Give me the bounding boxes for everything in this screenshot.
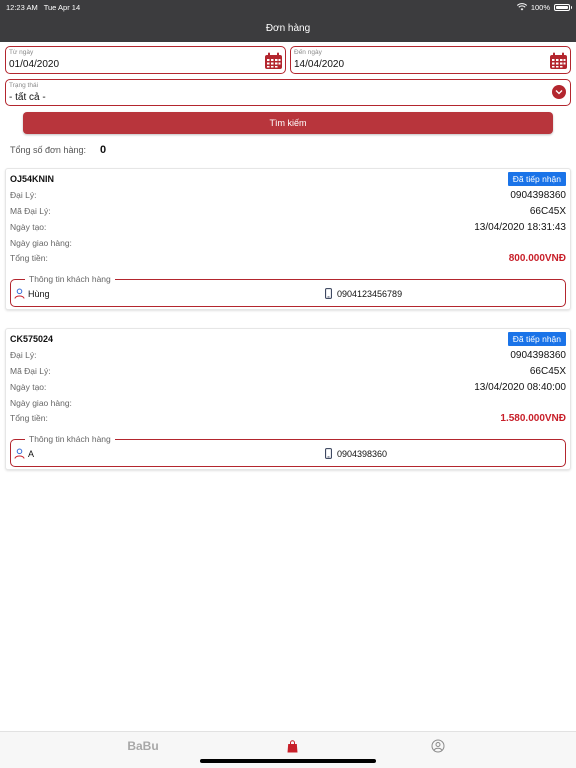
status-select[interactable]: Trạng thái - tất cả - [5, 79, 571, 106]
agent-code-row: Mã Đại Lý: 66C45X [10, 204, 566, 218]
total-value: 800.000VNĐ [508, 252, 566, 264]
order-card[interactable]: CK575024 Đã tiếp nhận Đại Lý: 0904398360… [5, 328, 571, 470]
agent-code-value: 66C45X [529, 205, 566, 217]
status-label: Trạng thái [9, 82, 39, 89]
to-date-field[interactable]: Đến ngày 14/04/2020 [290, 46, 571, 74]
agent-code-row: Mã Đại Lý: 66C45X [10, 364, 566, 378]
battery-percent: 100% [530, 2, 550, 12]
search-button-label: Tìm kiếm [269, 118, 307, 128]
total-row: Tổng tiền: 800.000VNĐ [10, 251, 566, 265]
created-value: 13/04/2020 18:31:43 [474, 221, 566, 233]
customer-phone-text: 0904123456789 [337, 288, 403, 299]
shopping-bag-icon [287, 739, 297, 752]
customer-phone[interactable]: 0904398360 [325, 448, 387, 459]
customer-name-text: Hùng [28, 288, 50, 299]
search-button[interactable]: Tìm kiếm [23, 112, 553, 134]
created-label: Ngày tạo: [10, 222, 47, 232]
delivery-label: Ngày giao hàng: [10, 238, 72, 248]
calendar-icon[interactable] [264, 52, 283, 70]
customer-info-box: Thông tin khách hàng A 0904398360 [10, 434, 566, 467]
total-label: Tổng tiền: [10, 253, 48, 263]
total-label: Tổng tiền: [10, 413, 48, 423]
to-date-label: Đến ngày [294, 49, 322, 56]
created-row: Ngày tạo: 13/04/2020 18:31:43 [10, 220, 566, 234]
agent-code-label: Mã Đại Lý: [10, 206, 51, 216]
phone-icon [325, 288, 332, 299]
calendar-icon[interactable] [549, 52, 568, 70]
user-circle-icon [431, 739, 445, 753]
delivery-row: Ngày giao hàng: [10, 236, 566, 250]
agent-code-label: Mã Đại Lý: [10, 366, 51, 376]
order-total-count: 0 [99, 144, 107, 156]
customer-info-title: Thông tin khách hàng [25, 274, 115, 284]
created-label: Ngày tạo: [10, 382, 47, 392]
nav-bar: Đơn hàng [0, 14, 576, 42]
status-bar: 12:23 AM Tue Apr 14 100% [0, 0, 576, 14]
status-date: Tue Apr 14 [43, 2, 81, 12]
agent-code-value: 66C45X [529, 365, 566, 377]
customer-info-box: Thông tin khách hàng Hùng 0904123456789 [10, 274, 566, 307]
order-card[interactable]: OJ54KNIN Đã tiếp nhận Đại Lý: 0904398360… [5, 168, 571, 310]
agent-value: 0904398360 [510, 189, 566, 201]
customer-phone-text: 0904398360 [337, 448, 388, 459]
delivery-row: Ngày giao hàng: [10, 396, 566, 410]
agent-label: Đại Lý: [10, 190, 37, 200]
battery-icon [554, 3, 572, 11]
status-value: - tất cả - [9, 92, 46, 103]
customer-name-text: A [28, 448, 35, 459]
from-date-label: Từ ngày [9, 49, 34, 56]
tab-orders[interactable] [280, 736, 304, 756]
order-total-summary: Tổng số đơn hàng: 0 [10, 144, 106, 156]
agent-value: 0904398360 [510, 349, 566, 361]
agent-label: Đại Lý: [10, 350, 37, 360]
tab-profile[interactable] [426, 736, 450, 756]
user-icon [14, 288, 25, 299]
brand-logo: BaBu [127, 739, 159, 753]
status-badge: Đã tiếp nhận [507, 172, 566, 186]
page-title: Đơn hàng [265, 22, 311, 34]
customer-name: A [14, 448, 34, 459]
created-value: 13/04/2020 08:40:00 [474, 381, 566, 393]
delivery-label: Ngày giao hàng: [10, 398, 72, 408]
status-time: 12:23 AM [6, 2, 38, 12]
order-code: OJ54KNIN [10, 174, 55, 184]
agent-row: Đại Lý: 0904398360 [10, 188, 566, 202]
customer-phone[interactable]: 0904123456789 [325, 288, 402, 299]
from-date-value: 01/04/2020 [9, 59, 60, 70]
total-row: Tổng tiền: 1.580.000VNĐ [10, 411, 566, 425]
customer-info-title: Thông tin khách hàng [25, 434, 115, 444]
order-total-label: Tổng số đơn hàng: [10, 145, 86, 155]
chevron-down-icon[interactable] [552, 85, 566, 99]
home-indicator [200, 759, 376, 763]
status-right: 100% [516, 2, 572, 12]
total-value: 1.580.000VNĐ [500, 412, 566, 424]
tab-home[interactable]: BaBu [118, 736, 168, 756]
to-date-value: 14/04/2020 [294, 59, 345, 70]
customer-name: Hùng [14, 288, 50, 299]
agent-row: Đại Lý: 0904398360 [10, 348, 566, 362]
from-date-field[interactable]: Từ ngày 01/04/2020 [5, 46, 286, 74]
created-row: Ngày tạo: 13/04/2020 08:40:00 [10, 380, 566, 394]
phone-icon [325, 448, 332, 459]
user-icon [14, 448, 25, 459]
wifi-icon [516, 3, 527, 11]
order-code: CK575024 [10, 334, 54, 344]
status-badge: Đã tiếp nhận [507, 332, 566, 346]
